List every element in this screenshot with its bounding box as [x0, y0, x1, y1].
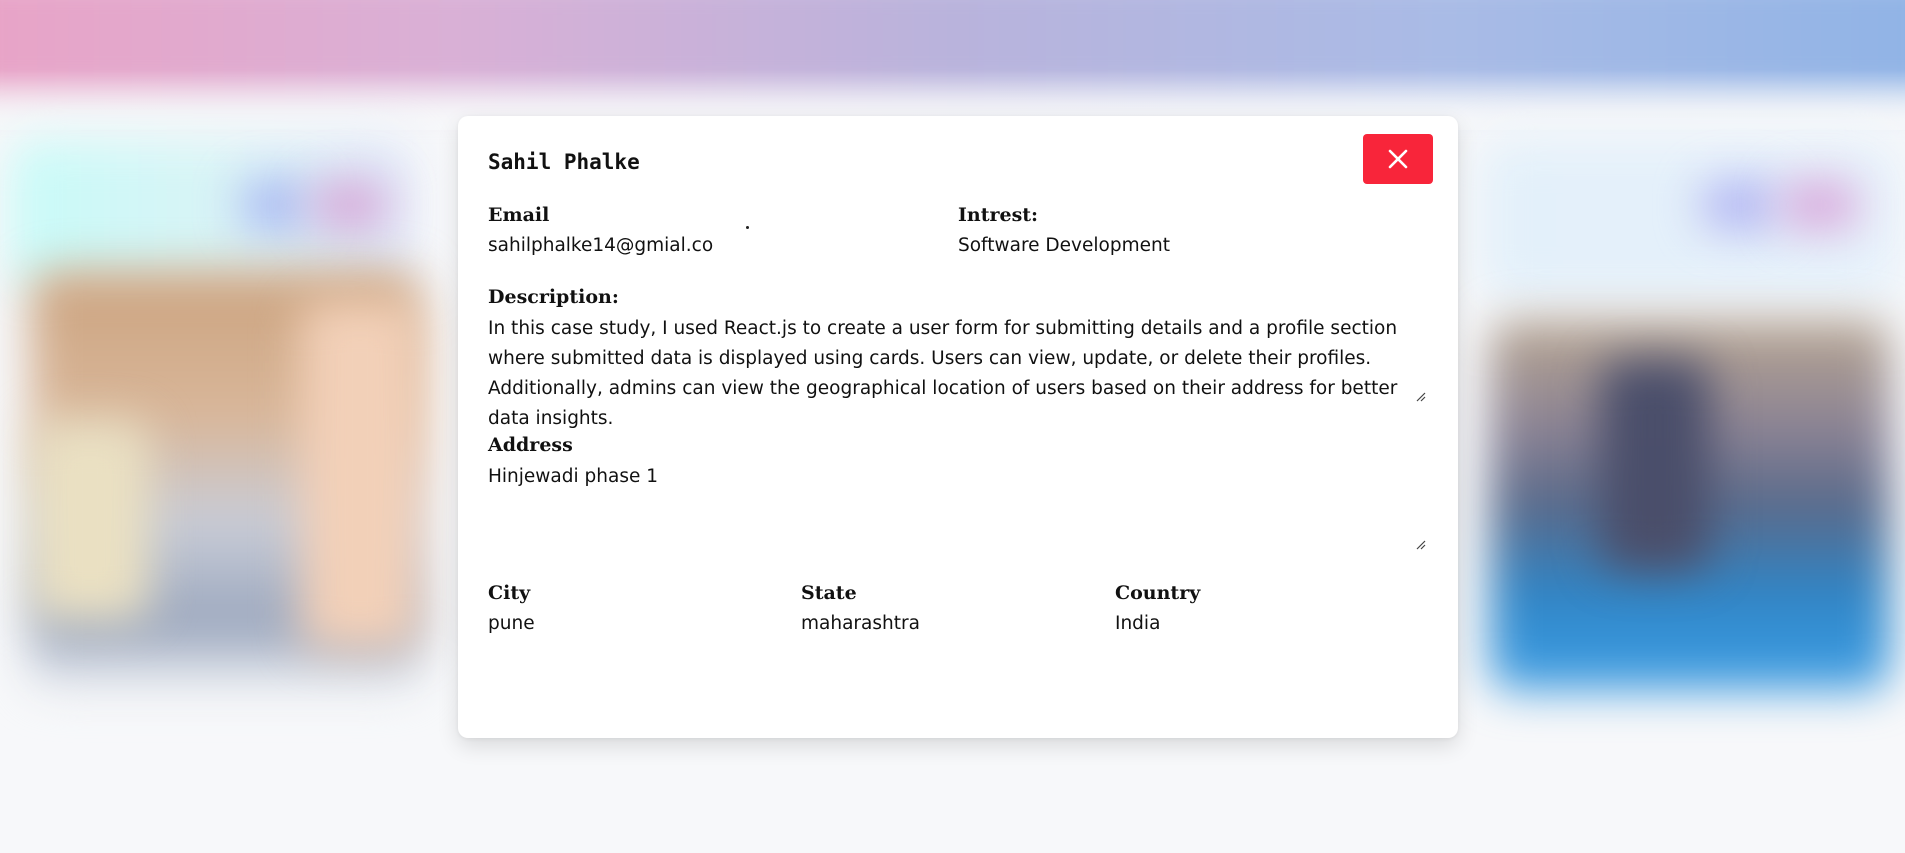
dot-mark [746, 226, 749, 229]
email-label: Email [488, 204, 550, 226]
profile-name: Sahil Phalke [488, 150, 640, 174]
background-left-chip [240, 180, 310, 230]
background-right-photo-detail [1600, 360, 1710, 570]
state-value: maharashtra [801, 613, 920, 634]
profile-dialog: Sahil Phalke Email sahilphalke14@gmial.c… [458, 116, 1458, 738]
background-right-chip [1700, 180, 1780, 230]
address-textarea[interactable]: Hinjewadi phase 1 [488, 462, 1433, 492]
email-value: sahilphalke14@gmial.com [488, 235, 714, 256]
resize-grip-icon[interactable] [1416, 540, 1426, 550]
state-label: State [801, 582, 857, 604]
resize-grip-icon[interactable] [1416, 392, 1426, 402]
city-label: City [488, 582, 531, 604]
close-icon [1388, 149, 1408, 169]
background-left-photo-detail [300, 300, 420, 650]
background-right-chip [1780, 180, 1860, 230]
background-left-chip [310, 180, 390, 230]
address-label: Address [488, 434, 573, 456]
background-left-photo-detail [30, 420, 150, 620]
interest-label: Intrest: [958, 204, 1039, 226]
country-label: Country [1115, 582, 1201, 604]
description-textarea[interactable]: In this case study, I used React.js to c… [488, 314, 1433, 434]
close-button[interactable] [1363, 134, 1433, 184]
city-value: pune [488, 613, 535, 634]
description-label: Description: [488, 286, 619, 308]
country-value: India [1115, 613, 1161, 634]
interest-value: Software Development [958, 235, 1170, 256]
